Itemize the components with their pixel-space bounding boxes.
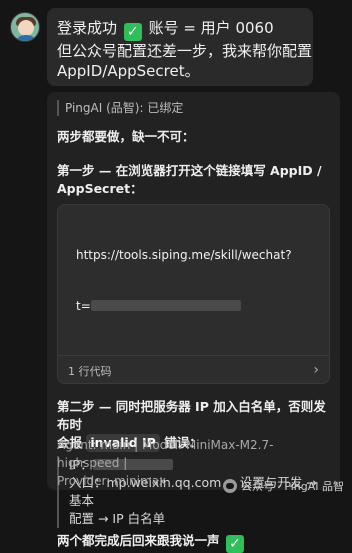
user-message-bubble: 登录成功 ✓ 账号 = 用户 0060 但公众号配置还差一步，我来帮你配置 Ap…: [47, 8, 313, 86]
bot-header: PingAI (品智): 已绑定: [57, 100, 330, 116]
bot-response-card: PingAI (品智): 已绑定 两步都要做，缺一不可： 第一步 — 在浏览器打…: [47, 92, 340, 553]
step1-title-line-2: AppSecret：: [57, 181, 143, 196]
user-message-line-2: 但公众号配置还差一步，我来帮你配置: [57, 42, 313, 60]
code-line-count: 1 行代码: [68, 365, 112, 378]
user-avatar[interactable]: [10, 12, 40, 42]
avatar-shirt: [15, 35, 37, 41]
url-line-2: t=: [76, 298, 319, 315]
step2-line-1: 第二步 — 同时把服务器 IP 加入白名单，否则发布时: [57, 399, 326, 432]
redacted-token: [90, 300, 241, 311]
watermark: 公众号 · PingAI 品智: [222, 478, 344, 494]
url-line-1: https://tools.siping.me/skill/wechat?: [76, 248, 292, 262]
check-mark-icon: ✓: [123, 23, 142, 41]
user-message-line-3: AppID/AppSecret。: [57, 62, 200, 80]
avatar-face: [18, 20, 34, 36]
chevron-right-icon[interactable]: ›: [313, 362, 319, 378]
wechat-icon: [222, 479, 237, 493]
step1-title-line-1: 第一步 — 在浏览器打开这个链接填写 AppID /: [57, 163, 322, 178]
code-footer[interactable]: 1 行代码 ›: [58, 355, 329, 383]
entry-line-2: 配置 → IP 白名单: [69, 511, 166, 526]
check-mark-icon: ✓: [225, 535, 244, 553]
intro-text: 两步都要做，缺一不可：: [57, 129, 195, 144]
user-message-line-1: 登录成功 ✓ 账号 = 用户 0060: [57, 19, 274, 41]
closing-line: 两个都完成后回来跟我说一声 ✓: [57, 532, 330, 553]
code-block[interactable]: https://tools.siping.me/skill/wechat? t=…: [57, 204, 330, 384]
code-url[interactable]: https://tools.siping.me/skill/wechat? t=: [58, 205, 329, 355]
